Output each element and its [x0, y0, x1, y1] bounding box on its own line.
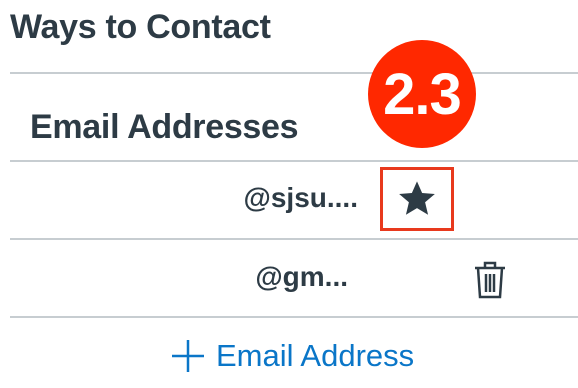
- ways-to-contact-title: Ways to Contact: [10, 8, 271, 46]
- divider: [10, 160, 578, 162]
- divider: [10, 316, 578, 318]
- plus-icon: [172, 340, 204, 372]
- divider: [10, 72, 578, 74]
- email-address-text: @sjsu....: [243, 182, 358, 213]
- delete-email-button[interactable]: [470, 257, 510, 303]
- add-email-address-label: Email Address: [216, 338, 415, 373]
- set-default-email-button[interactable]: [380, 167, 454, 231]
- star-icon: [399, 181, 435, 215]
- add-email-address-link[interactable]: Email Address: [170, 334, 414, 378]
- trash-icon: [475, 261, 505, 299]
- step-badge: 2.3: [368, 40, 476, 148]
- divider: [10, 238, 578, 240]
- email-addresses-title: Email Addresses: [30, 108, 299, 146]
- email-address-text: @gm...: [255, 261, 348, 292]
